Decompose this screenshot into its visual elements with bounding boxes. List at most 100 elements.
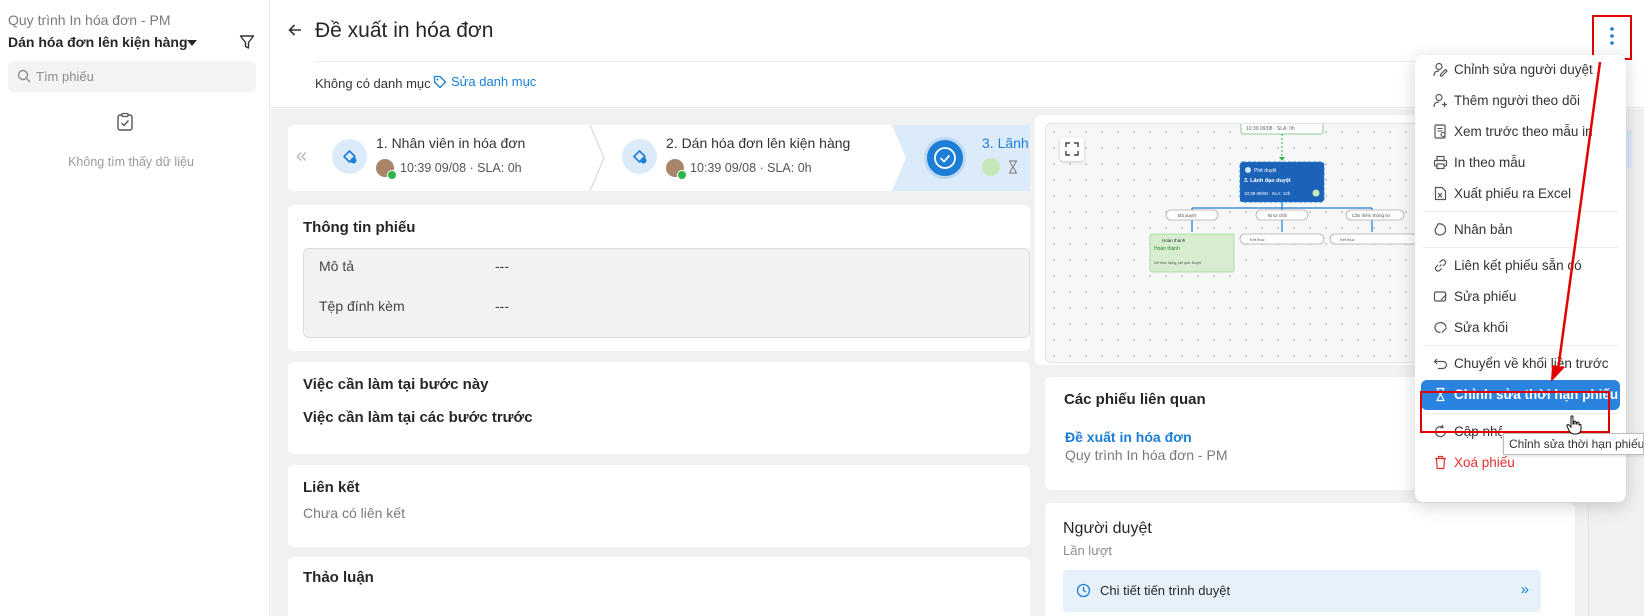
user-edit-icon	[1433, 62, 1448, 77]
related-ticket-workflow: Quy trình In hóa đơn - PM	[1065, 447, 1228, 463]
menu-item-duplicate[interactable]: Nhân bản	[1415, 215, 1626, 245]
edit-category-label: Sửa danh mục	[451, 74, 537, 89]
flow-end-label: Kết thúc	[1250, 237, 1265, 242]
step-selector[interactable]: Dán hóa đơn lên kiện hàng	[8, 34, 188, 50]
step-separator	[589, 125, 605, 191]
duplicate-icon	[1433, 222, 1448, 237]
trash-icon	[1433, 455, 1448, 470]
edit-ticket-icon	[1433, 289, 1448, 304]
card-title: Thông tin phiếu	[303, 219, 416, 236]
step-meta: 10:39 09/08 · SLA: 0h	[690, 161, 812, 175]
discussion-card: Thảo luận	[288, 557, 1030, 616]
link-icon	[1433, 258, 1448, 273]
process-icon	[332, 139, 367, 174]
edit-category-link[interactable]: Sửa danh mục	[433, 74, 536, 89]
menu-divider	[1423, 247, 1618, 248]
step-meta: 10:39 09/08 · SLA: 0h	[400, 161, 522, 175]
menu-item-label: In theo mẫu	[1454, 155, 1526, 170]
expand-icon	[1065, 142, 1079, 156]
menu-item-edit-block[interactable]: Sửa khối	[1415, 313, 1626, 343]
menu-item-label: Thêm người theo dõi	[1454, 93, 1580, 108]
menu-item-move-back[interactable]: Chuyển về khối liền trước	[1415, 349, 1626, 379]
menu-divider	[1423, 345, 1618, 346]
menu-item-label: Chỉnh sửa người duyệt	[1454, 62, 1593, 77]
header-divider	[315, 61, 1525, 62]
step-name: 1. Nhân viên in hóa đơn	[376, 135, 526, 151]
flow-done-body: Hoàn thành	[1154, 246, 1180, 252]
todo-previous-title[interactable]: Việc cần làm tại các bước trước	[303, 409, 533, 426]
search-input[interactable]	[36, 67, 246, 85]
approval-mode: Lần lượt	[1063, 543, 1113, 558]
step-item[interactable]: 2. Dán hóa đơn lên kiện hàng 10:39 09/08…	[622, 125, 882, 191]
flow-branch-label: Bị từ chối	[1268, 213, 1287, 218]
field-value: ---	[495, 298, 509, 314]
menu-item-label: Nhân bản	[1454, 222, 1513, 237]
card-title: Các phiếu liên quan	[1064, 391, 1206, 408]
flow-approve-name: 3. Lãnh đạo duyệt	[1244, 178, 1291, 184]
menu-divider	[1423, 211, 1618, 212]
approval-progress-label: Chi tiết tiến trình duyệt	[1100, 583, 1231, 598]
flow-diagram: 10:39 09/08 · SLA: 0h Phê duyệt 3. Lãnh …	[1149, 124, 1419, 273]
todo-current-title[interactable]: Việc cần làm tại bước này	[303, 376, 489, 393]
menu-item-edit-ticket[interactable]: Sửa phiếu	[1415, 282, 1626, 312]
search-box	[8, 61, 256, 92]
card-title: Thảo luận	[303, 569, 374, 586]
empty-state-text: Không tìm thấy dữ liệu	[68, 155, 194, 169]
menu-item-label: Sửa phiếu	[1454, 289, 1517, 304]
clock-icon	[1076, 583, 1091, 598]
menu-item-label: Chuyển về khối liền trước	[1454, 356, 1609, 371]
expand-diagram-button[interactable]	[1060, 137, 1084, 161]
tag-icon	[433, 75, 447, 89]
stepper-prev-icon[interactable]: «	[296, 145, 307, 168]
menu-item-add-follower[interactable]: Thêm người theo dõi	[1415, 86, 1626, 116]
edit-block-icon	[1433, 320, 1448, 335]
process-icon	[622, 139, 657, 174]
links-empty-text: Chưa có liên kết	[303, 505, 405, 521]
flow-approve-meta: 10:39 09/08 · SLA: 12h	[1244, 191, 1291, 196]
step-item[interactable]: 1. Nhân viên in hóa đơn 10:39 09/08 · SL…	[332, 125, 592, 191]
user-add-icon	[1433, 93, 1448, 108]
flow-diagram-canvas[interactable]: 10:39 09/08 · SLA: 0h Phê duyệt 3. Lãnh …	[1045, 123, 1425, 363]
back-arrow-icon[interactable]	[287, 22, 303, 38]
approval-progress-row[interactable]: Chi tiết tiến trình duyệt »	[1063, 570, 1541, 612]
menu-item-link-existing[interactable]: Liên kết phiếu sẵn có	[1415, 251, 1626, 281]
flow-approve-title: Phê duyệt	[1254, 168, 1277, 174]
menu-item-label: Sửa khối	[1454, 320, 1509, 335]
field-value: ---	[495, 258, 509, 274]
step-name: 3. Lãnh	[982, 135, 1029, 151]
sidebar: Quy trình In hóa đơn - PM Dán hóa đơn lê…	[0, 0, 270, 616]
printer-icon	[1433, 155, 1448, 170]
avatar	[376, 159, 397, 180]
flow-done-title: Hoàn thành	[1162, 238, 1186, 243]
caret-down-icon[interactable]	[187, 40, 197, 46]
approved-badge	[387, 170, 397, 180]
menu-item-label: Xoá phiếu	[1454, 455, 1515, 470]
step-item-current[interactable]: 3. Lãnh	[892, 125, 1030, 191]
approved-badge	[677, 170, 687, 180]
menu-tooltip: Chỉnh sửa thời hạn phiếu	[1503, 433, 1644, 455]
field-label: Tệp đính kèm	[319, 298, 405, 314]
related-ticket-link[interactable]: Đề xuất in hóa đơn	[1065, 429, 1192, 445]
menu-item-edit-approver[interactable]: Chỉnh sửa người duyệt	[1415, 55, 1626, 85]
step-separator	[892, 125, 908, 191]
expand-progress-icon[interactable]: »	[1521, 581, 1529, 598]
links-card: Liên kết Chưa có liên kết	[288, 465, 1030, 547]
card-title: Người duyệt	[1063, 520, 1152, 537]
flow-end-label: Kết thúc	[1340, 237, 1355, 242]
card-title: Liên kết	[303, 479, 360, 496]
flow-branch-label: Cần thêm thông tin	[1352, 213, 1391, 218]
flow-done-note: Kết thúc luồng, kết quả: Duyệt	[1154, 261, 1201, 265]
workflow-breadcrumb[interactable]: Quy trình In hóa đơn - PM	[8, 12, 170, 28]
undo-icon	[1433, 356, 1448, 371]
menu-item-print[interactable]: In theo mẫu	[1415, 148, 1626, 178]
filter-icon[interactable]	[239, 34, 255, 50]
menu-item-label: Liên kết phiếu sẵn có	[1454, 258, 1582, 273]
menu-item-preview-print[interactable]: Xem trước theo mẫu in	[1415, 117, 1626, 147]
flow-branch-label: Đã duyệt	[1178, 213, 1197, 218]
preview-doc-icon	[1433, 124, 1448, 139]
menu-item-export-excel[interactable]: Xuất phiếu ra Excel	[1415, 179, 1626, 209]
category-status: Không có danh mục	[315, 76, 431, 91]
menu-item-label: Xem trước theo mẫu in	[1454, 124, 1593, 139]
step-name: 2. Dán hóa đơn lên kiện hàng	[666, 135, 851, 151]
todo-card: Việc cần làm tại bước này Việc cần làm t…	[288, 362, 1030, 454]
